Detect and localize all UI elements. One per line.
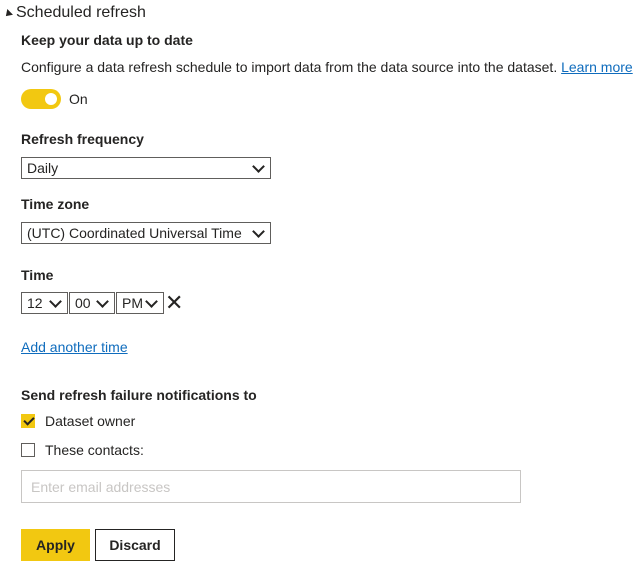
time-row: 12 00 PM ✕: [21, 292, 183, 314]
chevron-down-icon: [252, 159, 265, 173]
minute-value: 00: [75, 295, 91, 311]
add-another-time-link[interactable]: Add another time: [21, 339, 128, 355]
toggle-state-label: On: [69, 91, 88, 107]
dataset-owner-option[interactable]: Dataset owner: [21, 413, 135, 429]
hour-select[interactable]: 12: [21, 292, 68, 314]
period-value: PM: [122, 295, 143, 311]
chevron-down-icon: [96, 294, 109, 308]
toggle-knob: [45, 93, 57, 105]
caret-down-icon[interactable]: [3, 8, 13, 19]
refresh-toggle[interactable]: [21, 89, 61, 109]
close-icon[interactable]: ✕: [165, 292, 183, 314]
dataset-owner-checkbox[interactable]: [21, 414, 35, 428]
section-title: Scheduled refresh: [16, 4, 146, 21]
time-label: Time: [21, 267, 54, 283]
keep-up-to-date-heading: Keep your data up to date: [21, 32, 193, 48]
period-select[interactable]: PM: [116, 292, 164, 314]
these-contacts-label: These contacts:: [45, 442, 144, 458]
chevron-down-icon: [252, 224, 265, 238]
dataset-owner-label: Dataset owner: [45, 413, 136, 429]
chevron-down-icon: [49, 294, 62, 308]
refresh-frequency-value: Daily: [27, 160, 59, 176]
chevron-down-icon: [145, 294, 158, 308]
refresh-frequency-select[interactable]: Daily: [21, 157, 271, 179]
time-zone-value: (UTC) Coordinated Universal Time: [27, 225, 242, 241]
description-text: Configure a data refresh schedule to imp…: [21, 59, 558, 75]
hour-value: 12: [27, 295, 43, 311]
apply-button[interactable]: Apply: [21, 529, 90, 561]
these-contacts-checkbox[interactable]: [21, 443, 35, 457]
refresh-description: Configure a data refresh schedule to imp…: [21, 59, 633, 75]
notifications-label: Send refresh failure notifications to: [21, 387, 257, 403]
section-header[interactable]: Scheduled refresh: [3, 4, 146, 22]
these-contacts-option[interactable]: These contacts:: [21, 442, 144, 458]
refresh-frequency-label: Refresh frequency: [21, 131, 144, 147]
learn-more-link[interactable]: Learn more: [561, 59, 633, 75]
email-input[interactable]: [21, 470, 521, 503]
discard-button[interactable]: Discard: [95, 529, 175, 561]
minute-select[interactable]: 00: [69, 292, 115, 314]
refresh-toggle-group: On: [21, 89, 88, 109]
time-zone-select[interactable]: (UTC) Coordinated Universal Time: [21, 222, 271, 244]
time-zone-label: Time zone: [21, 196, 90, 212]
